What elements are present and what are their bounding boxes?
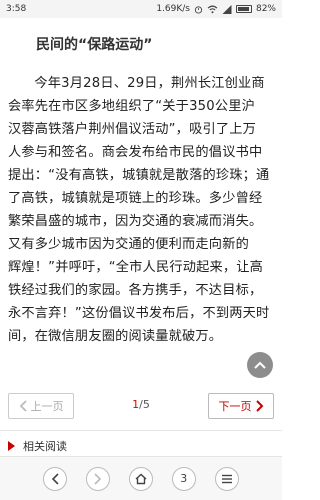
status-time: 3:58 bbox=[6, 4, 27, 14]
paragraph-line: 提出：“没有高铁，城镇就是散落的珍珠；通 bbox=[8, 168, 270, 183]
home-button[interactable] bbox=[128, 466, 153, 491]
paragraph-line: 辉煌！”并呼吁，“全市人民行动起来，让高 bbox=[8, 260, 264, 275]
section-title: 民间的“保路运动” bbox=[36, 37, 153, 53]
signal-icon bbox=[222, 4, 232, 14]
play-triangle-icon bbox=[8, 441, 15, 451]
menu-button[interactable] bbox=[214, 466, 239, 491]
back-icon bbox=[52, 472, 59, 485]
paragraph-line: 会率先在市区多地组织了“关于350公里沪 bbox=[8, 99, 256, 114]
wifi-icon bbox=[207, 5, 218, 14]
paragraph-line: 人参与和签名。商会发布给市民的倡议书中 bbox=[8, 145, 263, 160]
chevron-right-icon bbox=[255, 400, 263, 412]
status-icons: 1.69K/s 82% bbox=[156, 4, 276, 14]
network-speed: 1.69K/s bbox=[156, 4, 190, 14]
related-reading-header: 相关阅读 bbox=[8, 438, 67, 454]
forward-button[interactable] bbox=[86, 466, 111, 491]
article-paragraph: 今年3月28日、29日，荆州长江创业商会率先在市区多地组织了“关于350公里沪汉… bbox=[8, 72, 274, 348]
menu-icon bbox=[221, 474, 232, 483]
back-button[interactable] bbox=[43, 466, 68, 491]
paragraph-line: 铁经过我们的家园。各方携手，不达目标， bbox=[8, 283, 263, 298]
related-reading-label: 相关阅读 bbox=[23, 440, 67, 453]
next-page-button[interactable]: 下一页 bbox=[208, 393, 274, 419]
article: 民间的“保路运动” 今年3月28日、29日，荆州长江创业商会率先在市区多地组织了… bbox=[8, 18, 274, 348]
home-icon bbox=[135, 473, 147, 484]
battery-level: 82% bbox=[255, 4, 276, 14]
tabs-button[interactable]: 3 bbox=[171, 466, 196, 491]
paragraph-line: 了高铁，城镇就是项链上的珍珠。多少曾经 bbox=[8, 191, 263, 206]
divider bbox=[0, 430, 282, 431]
paragraph-line: 今年3月28日、29日，荆州长江创业商 bbox=[34, 76, 265, 91]
status-bar: 3:58 1.69K/s 82% bbox=[0, 0, 282, 18]
paragraph-line: 又有多少城市因为交通的便利而走向新的 bbox=[8, 237, 249, 252]
alarm-icon bbox=[194, 5, 203, 14]
battery-icon bbox=[235, 5, 252, 13]
pagination: 上一页 1/5 下一页 bbox=[8, 393, 274, 419]
next-page-label: 下一页 bbox=[218, 400, 252, 413]
paragraph-line: 繁荣昌盛的城市，因为交通的衰减而消失。 bbox=[8, 214, 263, 229]
paragraph-line: 汉蓉高铁落户荆州倡议活动”，吸引了上万 bbox=[8, 122, 257, 137]
bottom-nav: 3 bbox=[0, 456, 282, 500]
chevron-up-icon bbox=[254, 361, 266, 369]
paragraph-line: 间，在微信朋友圈的阅读量就破万。 bbox=[8, 329, 223, 344]
paragraph-line: 永不言弃！”这份倡议书发布后，不到两天时 bbox=[8, 306, 270, 321]
forward-icon bbox=[94, 472, 102, 485]
scroll-top-button[interactable] bbox=[247, 352, 273, 378]
tabs-count: 3 bbox=[180, 472, 188, 485]
total-pages: /5 bbox=[139, 398, 150, 411]
